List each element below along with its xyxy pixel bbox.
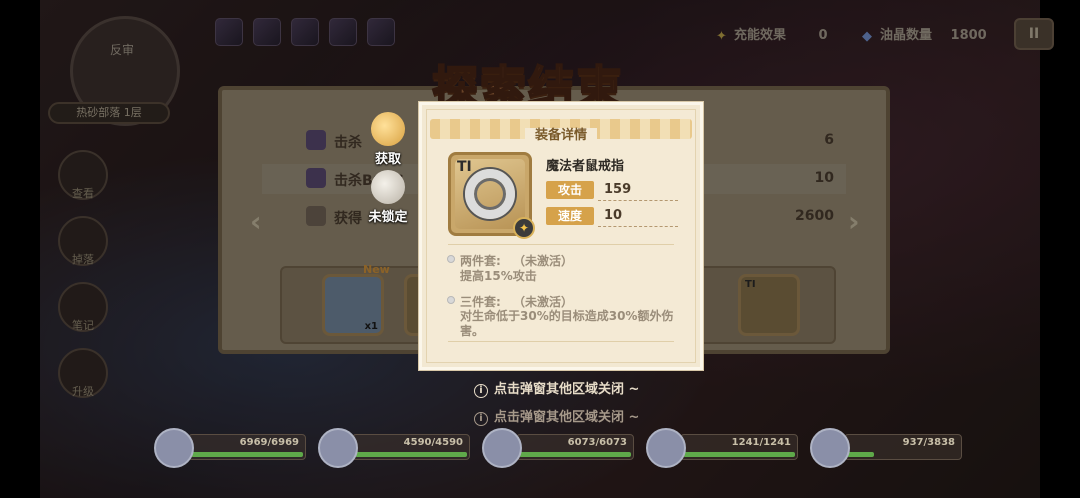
stat-underline	[598, 200, 678, 201]
popup-title: 装备详情	[422, 124, 700, 143]
party-member[interactable]: 4590/4590	[318, 428, 470, 468]
stat-value: 10	[604, 208, 623, 223]
hp-text: 6969/6969	[239, 437, 299, 448]
stat-underline	[598, 226, 678, 227]
divider	[448, 244, 674, 245]
set2-status: （未激活）	[513, 254, 574, 268]
hp-fill	[847, 452, 874, 457]
hp-bar: 1241/1241	[680, 434, 798, 460]
hint-text: 点击弹窗其他区域关闭 ~	[494, 382, 640, 397]
hp-fill	[355, 452, 467, 457]
info-icon: i	[474, 384, 488, 398]
hp-bar: 4590/4590	[352, 434, 470, 460]
equipment-detail-popup: 装备详情 TI ✦ 魔法者鼠戒指 攻击 159 速度 10 两件套: （未激活）…	[419, 102, 703, 370]
game-screen: ✦ 充能效果 0 ◆ 油晶数量 1800 II 反审 热砂部落 1层 查看 掉落 笔…	[0, 0, 1080, 498]
party-member[interactable]: 937/3838	[810, 428, 962, 468]
set3-desc: 对生命低于30%的目标造成30%额外伤害。	[460, 309, 674, 338]
hp-text: 6073/6073	[567, 437, 627, 448]
item-name: 魔法者鼠戒指	[546, 159, 625, 174]
set3-label: 三件套:	[460, 295, 501, 309]
ring-icon	[465, 169, 515, 219]
set2-label: 两件套:	[460, 254, 501, 268]
avatar	[482, 428, 522, 468]
set2-desc: 提高15%攻击	[460, 269, 537, 283]
bullet-dot-icon	[447, 296, 455, 304]
get-button[interactable]: 获取	[360, 112, 416, 167]
item-tier-label: TI	[457, 159, 472, 175]
lock-icon	[371, 170, 405, 204]
hp-bar: 6073/6073	[516, 434, 634, 460]
bullet-dot-icon	[447, 255, 455, 263]
get-label: 获取	[374, 152, 401, 167]
close-hint: i 点击弹窗其他区域关闭 ~	[474, 406, 639, 426]
lock-button[interactable]: 未锁定	[360, 170, 416, 225]
set3-line: 三件套: （未激活）	[460, 293, 573, 310]
stat-value: 159	[604, 182, 632, 197]
stat-key: 速度	[546, 207, 594, 225]
party-member[interactable]: 6969/6969	[154, 428, 306, 468]
lock-label: 未锁定	[368, 210, 408, 225]
info-icon: i	[474, 412, 488, 426]
magnifier-icon	[371, 112, 405, 146]
hp-bar: 937/3838	[844, 434, 962, 460]
stat-row-speed: 速度 10	[546, 207, 678, 227]
divider	[448, 341, 674, 342]
hp-text: 4590/4590	[403, 437, 463, 448]
avatar	[646, 428, 686, 468]
party-member[interactable]: 6073/6073	[482, 428, 634, 468]
hp-fill	[519, 452, 631, 457]
item-icon-frame: TI ✦	[448, 152, 535, 239]
hp-bar: 6969/6969	[188, 434, 306, 460]
avatar	[318, 428, 358, 468]
set2-line: 两件套: （未激活）	[460, 252, 573, 269]
popup-title-text: 装备详情	[524, 128, 597, 143]
stat-key: 攻击	[546, 181, 594, 199]
hp-text: 937/3838	[902, 437, 955, 448]
hp-fill	[683, 452, 795, 457]
party-member[interactable]: 1241/1241	[646, 428, 798, 468]
set3-status: （未激活）	[513, 295, 574, 309]
hint-text: 点击弹窗其他区域关闭 ~	[494, 410, 640, 425]
star-badge-icon: ✦	[513, 217, 535, 239]
hp-text: 1241/1241	[731, 437, 791, 448]
avatar	[810, 428, 850, 468]
close-hint: i 点击弹窗其他区域关闭 ~	[474, 378, 639, 398]
hp-fill	[191, 452, 303, 457]
stat-row-attack: 攻击 159	[546, 181, 678, 201]
avatar	[154, 428, 194, 468]
